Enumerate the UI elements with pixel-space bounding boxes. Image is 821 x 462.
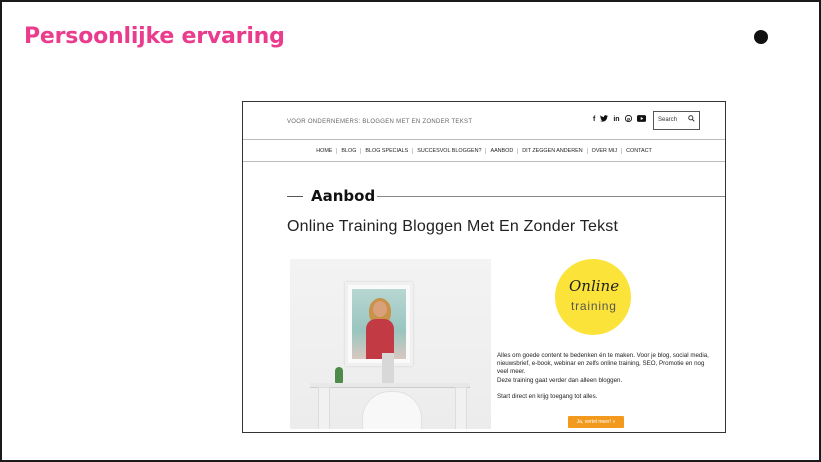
nav-item-succesvol-bloggen[interactable]: SUCCESVOL BLOGGEN?: [413, 147, 487, 154]
nav-item-contact[interactable]: CONTACT: [622, 148, 656, 154]
site-tagline: VOOR ONDERNEMERS: BLOGGEN MET EN ZONDER …: [287, 119, 473, 125]
linkedin-icon[interactable]: in: [613, 116, 619, 123]
page-heading: Online Training Bloggen Met En Zonder Te…: [287, 218, 619, 235]
search-input[interactable]: Search: [653, 111, 700, 130]
website-screenshot: VOOR ONDERNEMERS: BLOGGEN MET EN ZONDER …: [242, 101, 726, 433]
portrait-image: [352, 289, 406, 359]
nav-item-blog-specials[interactable]: BLOG SPECIALS: [361, 147, 414, 154]
svg-text:p: p: [627, 116, 630, 121]
description-paragraph: Deze training gaat verder dan alleen blo…: [497, 376, 623, 384]
monitor-shape: [382, 353, 394, 383]
bullet-dot: [754, 30, 768, 44]
section-label: Aanbod: [311, 187, 376, 205]
description-paragraph: Alles om goede content te bedenken én te…: [497, 352, 709, 376]
nav-item-blog[interactable]: BLOG: [337, 147, 362, 154]
plant-shape: [335, 367, 343, 383]
site-topbar: VOOR ONDERNEMERS: BLOGGEN MET EN ZONDER …: [243, 102, 725, 139]
offer-description: Alles om goede content te bedenken én te…: [497, 352, 715, 401]
youtube-icon[interactable]: [636, 115, 646, 124]
section-rule: [377, 196, 725, 197]
slide: Persoonlijke ervaring VOOR ONDERNEMERS: …: [0, 0, 821, 462]
online-training-logo: Online training: [555, 259, 631, 335]
slide-title: Persoonlijke ervaring: [24, 24, 285, 49]
search-icon[interactable]: [688, 115, 695, 122]
nav-item-home[interactable]: HOME: [312, 147, 338, 154]
logo-word-text: training: [571, 299, 617, 313]
facebook-icon[interactable]: f: [593, 116, 595, 123]
chair-shape: [362, 391, 422, 429]
nav-item-over-mij[interactable]: OVER MIJ: [588, 147, 623, 154]
nav-item-dit-zeggen-anderen[interactable]: DIT ZEGGEN ANDEREN: [518, 147, 588, 154]
pinterest-icon[interactable]: p: [624, 114, 632, 124]
site-nav: HOME BLOG BLOG SPECIALS SUCCESVOL BLOGGE…: [243, 139, 725, 162]
nav-item-aanbod[interactable]: AANBOD: [486, 147, 519, 154]
start-text: Start direct en krijg toegang tot alles.: [497, 392, 598, 400]
search-placeholder: Search: [658, 117, 678, 123]
social-icons: f in p: [593, 114, 646, 124]
mirror-frame: [345, 282, 413, 366]
workspace-photo: [290, 259, 491, 429]
section-dash: [287, 196, 303, 197]
twitter-icon[interactable]: [600, 115, 609, 124]
logo-script-text: Online: [569, 277, 620, 295]
section-header: Aanbod: [287, 187, 725, 207]
cta-button[interactable]: Ja, vertel meer! »: [568, 416, 624, 428]
desk-shape: [310, 383, 470, 388]
